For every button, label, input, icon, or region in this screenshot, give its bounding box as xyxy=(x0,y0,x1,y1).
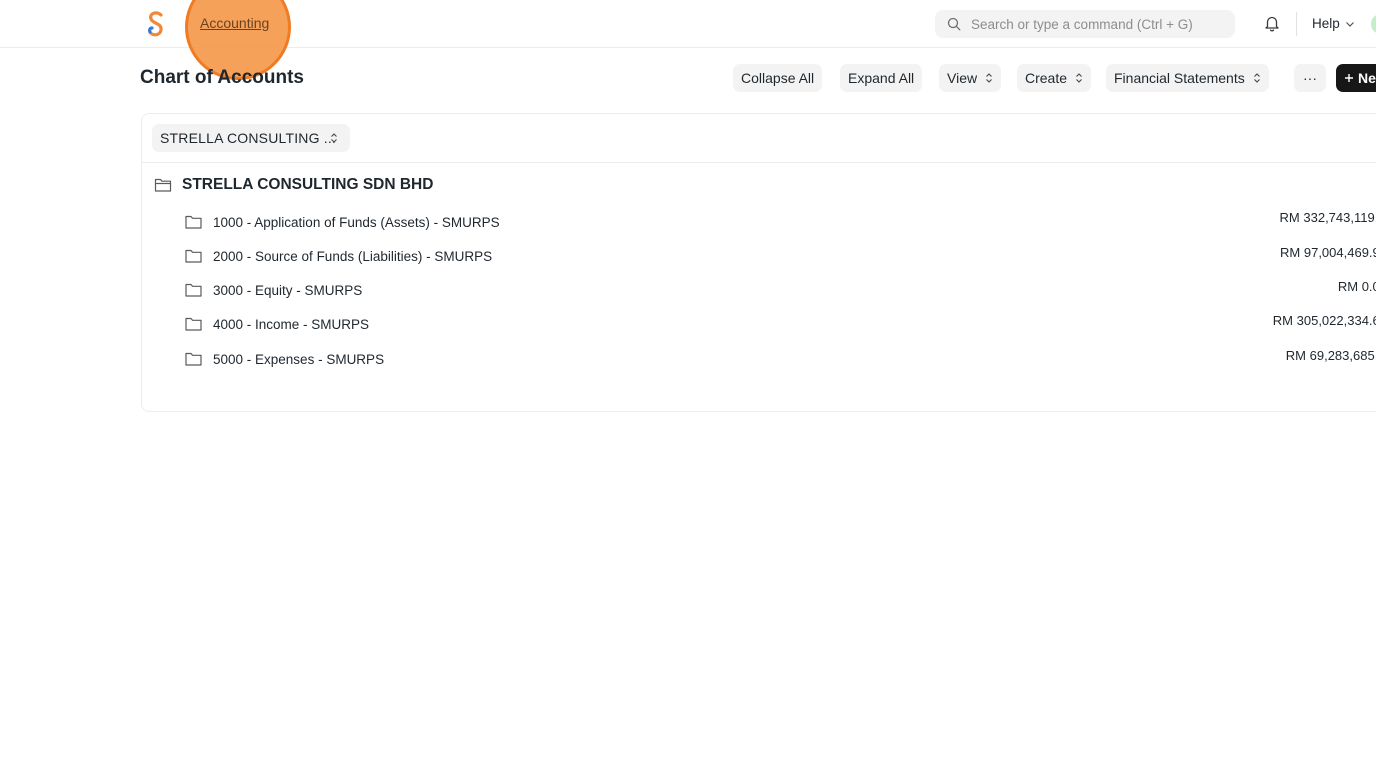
account-balance: RM 69,283,685.42 I xyxy=(1285,348,1376,363)
tree-row-account[interactable]: 2000 - Source of Funds (Liabilities) - S… xyxy=(185,245,492,267)
tree-root-label: STRELLA CONSULTING SDN BHD xyxy=(182,176,434,193)
notifications-bell-icon[interactable] xyxy=(1263,14,1281,32)
financial-statements-dropdown[interactable]: Financial Statements xyxy=(1106,64,1269,92)
tree-row-account[interactable]: 1000 - Application of Funds (Assets) - S… xyxy=(185,211,500,233)
more-actions-icon: ··· xyxy=(1303,70,1317,86)
folder-icon xyxy=(185,352,202,366)
create-dropdown[interactable]: Create xyxy=(1017,64,1092,92)
navbar-divider xyxy=(1296,12,1297,36)
folder-icon xyxy=(185,317,202,331)
account-label: 4000 - Income - SMURPS xyxy=(213,316,370,332)
updown-chevron-icon xyxy=(1076,73,1082,83)
app-logo[interactable] xyxy=(144,10,168,38)
folder-icon xyxy=(185,249,202,263)
updown-chevron-icon xyxy=(1253,73,1260,83)
collapse-all-button[interactable]: Collapse All xyxy=(733,64,823,92)
search-icon xyxy=(947,17,961,31)
folder-icon xyxy=(185,215,202,229)
folder-icon xyxy=(185,283,202,297)
create-label: Create xyxy=(1025,70,1068,86)
account-label: 5000 - Expenses - SMURPS xyxy=(213,351,385,367)
expand-all-label: Expand All xyxy=(848,70,915,86)
updown-chevron-icon xyxy=(986,73,992,83)
plus-icon xyxy=(1345,74,1353,82)
account-label: 2000 - Source of Funds (Liabilities) - S… xyxy=(213,248,493,264)
new-account-label: Ne xyxy=(1358,70,1376,86)
help-dropdown[interactable]: Help xyxy=(1312,16,1355,31)
page-title: Chart of Accounts xyxy=(140,67,304,88)
account-balance: RM 0.00 C xyxy=(1337,279,1376,294)
filter-bar: STRELLA CONSULTING ... xyxy=(142,114,1376,163)
new-account-button[interactable]: Ne xyxy=(1336,64,1376,92)
company-select[interactable]: STRELLA CONSULTING ... xyxy=(152,124,350,152)
search-input[interactable] xyxy=(971,16,1221,32)
user-avatar[interactable] xyxy=(1371,14,1376,34)
more-actions-button[interactable]: ··· xyxy=(1294,64,1326,92)
chart-of-accounts-card: STRELLA CONSULTING ... STRELLA CONSULTIN… xyxy=(141,113,1376,412)
account-label: 1000 - Application of Funds (Assets) - S… xyxy=(213,214,500,230)
top-navbar: Accounting Help xyxy=(0,0,1376,80)
account-balance: RM 305,022,334.63 C xyxy=(1272,313,1376,328)
view-dropdown[interactable]: View xyxy=(939,64,1002,92)
expand-all-button[interactable]: Expand All xyxy=(840,64,923,92)
tree-row-account[interactable]: 3000 - Equity - SMURPS xyxy=(185,279,362,301)
tree-root-company[interactable]: STRELLA CONSULTING SDN BHD xyxy=(154,176,433,194)
search-bar[interactable] xyxy=(935,10,1235,38)
account-balance: RM 332,743,119.12 I xyxy=(1279,210,1376,225)
collapse-all-label: Collapse All xyxy=(741,70,815,86)
folder-open-icon xyxy=(154,178,172,192)
company-select-value: STRELLA CONSULTING ... xyxy=(160,130,337,146)
tree-row-account[interactable]: 5000 - Expenses - SMURPS xyxy=(185,348,384,370)
updown-chevron-icon xyxy=(331,133,337,143)
view-label: View xyxy=(947,70,978,86)
account-balance: RM 97,004,469.92 C xyxy=(1280,245,1376,260)
chevron-down-icon xyxy=(1345,21,1354,27)
financial-statements-label: Financial Statements xyxy=(1114,70,1245,86)
help-label: Help xyxy=(1312,16,1340,31)
tree-row-account[interactable]: 4000 - Income - SMURPS xyxy=(185,313,369,335)
account-label: 3000 - Equity - SMURPS xyxy=(213,282,363,298)
breadcrumb-accounting[interactable]: Accounting xyxy=(200,15,269,31)
